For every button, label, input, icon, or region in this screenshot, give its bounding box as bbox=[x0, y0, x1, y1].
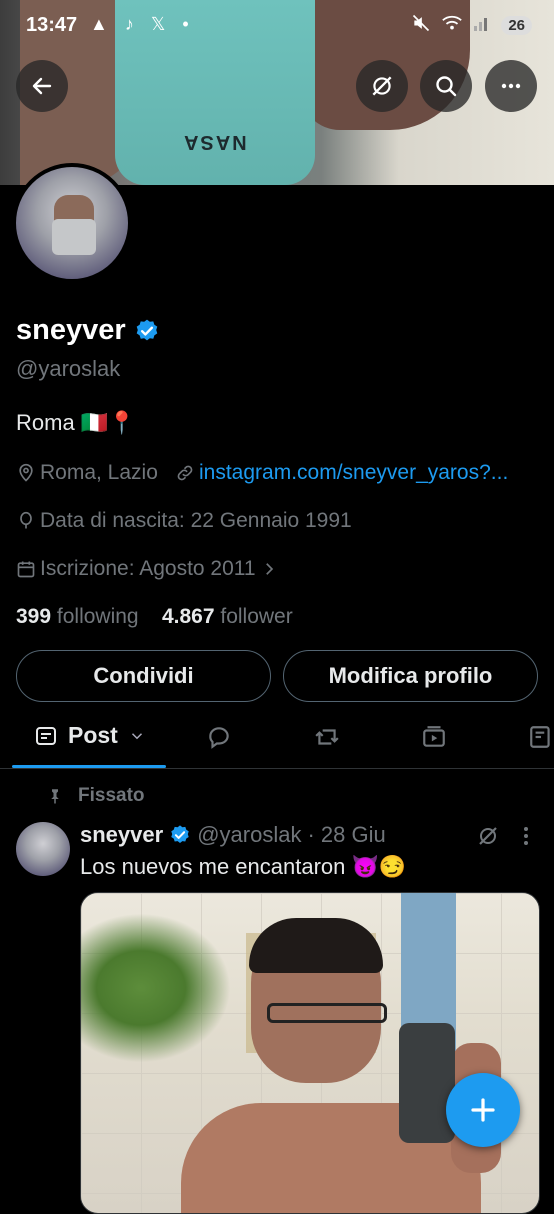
more-options-button[interactable] bbox=[485, 60, 537, 112]
post-text: Los nuevos me encantaron 😈😏 bbox=[80, 854, 407, 879]
search-button[interactable] bbox=[420, 60, 472, 112]
verified-badge-icon bbox=[171, 825, 189, 843]
share-button[interactable]: Condividi bbox=[16, 650, 271, 702]
birthday-row: Data di nascita: 22 Gennaio 1991 bbox=[16, 509, 352, 533]
tab-posts-label: Post bbox=[68, 722, 118, 748]
reply-icon bbox=[209, 727, 229, 749]
signal-icon bbox=[473, 14, 491, 37]
grok-icon bbox=[372, 76, 392, 96]
follower-label: follower bbox=[220, 605, 293, 628]
follower-count: 4.867 bbox=[161, 605, 215, 628]
post-author-name[interactable]: sneyver bbox=[80, 822, 163, 848]
follow-stats: 399 following 4.867 follower bbox=[16, 605, 293, 629]
grok-button[interactable] bbox=[356, 60, 408, 112]
post-author-avatar[interactable] bbox=[16, 822, 70, 876]
more-vertical-icon bbox=[524, 827, 528, 845]
tab-media[interactable] bbox=[421, 724, 447, 755]
grok-icon bbox=[479, 827, 497, 845]
tab-posts[interactable]: Post bbox=[34, 722, 146, 749]
tab-articles[interactable] bbox=[528, 724, 554, 755]
more-dots-icon bbox=[501, 83, 521, 89]
location-row: Roma, Lazio bbox=[16, 461, 158, 485]
search-icon bbox=[436, 76, 457, 97]
banner-shirt-text: NASA bbox=[182, 131, 247, 153]
back-button[interactable] bbox=[16, 60, 68, 112]
tab-reposts[interactable] bbox=[313, 724, 341, 755]
location-text: Roma, Lazio bbox=[40, 461, 158, 484]
following-count: 399 bbox=[16, 605, 52, 628]
post-grok-button[interactable] bbox=[476, 824, 500, 853]
profile-handle: @yaroslak bbox=[16, 356, 121, 381]
calendar-icon bbox=[17, 561, 35, 578]
status-bar: 13:47 ▲ ♪ 𝕏 • 26 bbox=[0, 0, 554, 52]
link-icon bbox=[177, 465, 193, 481]
display-name: sneyver bbox=[16, 314, 126, 346]
pinned-label: Fissato bbox=[78, 785, 145, 806]
status-time: 13:47 bbox=[26, 14, 78, 36]
location-pin-icon bbox=[19, 463, 33, 482]
tab-replies[interactable] bbox=[206, 724, 232, 755]
post-tab-icon bbox=[36, 726, 56, 745]
profile-avatar[interactable] bbox=[12, 163, 132, 283]
following-label: following bbox=[56, 605, 139, 628]
joined-row[interactable]: Iscrizione: Agosto 2011 bbox=[16, 557, 278, 581]
pin-icon bbox=[51, 789, 59, 804]
video-icon bbox=[423, 726, 445, 747]
balloon-icon bbox=[20, 511, 32, 529]
follower-stat[interactable]: 4.867 follower bbox=[162, 605, 293, 628]
joined-text: Iscrizione: Agosto 2011 bbox=[40, 557, 256, 580]
arrow-left-icon bbox=[32, 77, 52, 95]
plus-icon bbox=[471, 1098, 495, 1122]
post-header: sneyver @yaroslak · 28 Giu bbox=[80, 822, 386, 848]
article-edit-icon bbox=[530, 726, 550, 748]
verified-badge-icon[interactable] bbox=[134, 318, 160, 344]
following-stat[interactable]: 399 following bbox=[16, 605, 139, 628]
edit-profile-button[interactable]: Modifica profilo bbox=[283, 650, 538, 702]
battery-level: 26 bbox=[501, 16, 532, 35]
birthday-text: Data di nascita: 22 Gennaio 1991 bbox=[40, 509, 352, 532]
wifi-icon bbox=[441, 13, 463, 38]
profile-tabs: Post bbox=[0, 712, 554, 768]
post-media-image[interactable] bbox=[80, 892, 540, 1214]
post-more-button[interactable] bbox=[516, 824, 536, 853]
chevron-right-icon bbox=[265, 563, 273, 575]
website-row[interactable]: instagram.com/sneyver_yaros?... bbox=[175, 461, 508, 485]
chevron-down-icon bbox=[131, 732, 142, 739]
repost-icon bbox=[315, 729, 339, 745]
post-date: · 28 Giu bbox=[307, 822, 386, 847]
notification-icons: ▲ ♪ 𝕏 • bbox=[90, 14, 195, 34]
profile-bio: Roma 🇮🇹📍 bbox=[16, 410, 136, 435]
pinned-indicator: Fissato bbox=[46, 785, 145, 807]
mute-icon bbox=[411, 13, 431, 38]
profile-name-row: sneyver bbox=[16, 314, 160, 347]
tabs-divider bbox=[0, 768, 554, 769]
website-link[interactable]: instagram.com/sneyver_yaros?... bbox=[199, 461, 508, 485]
post-author-handle: @yaroslak bbox=[197, 822, 302, 847]
compose-button[interactable] bbox=[446, 1073, 520, 1147]
